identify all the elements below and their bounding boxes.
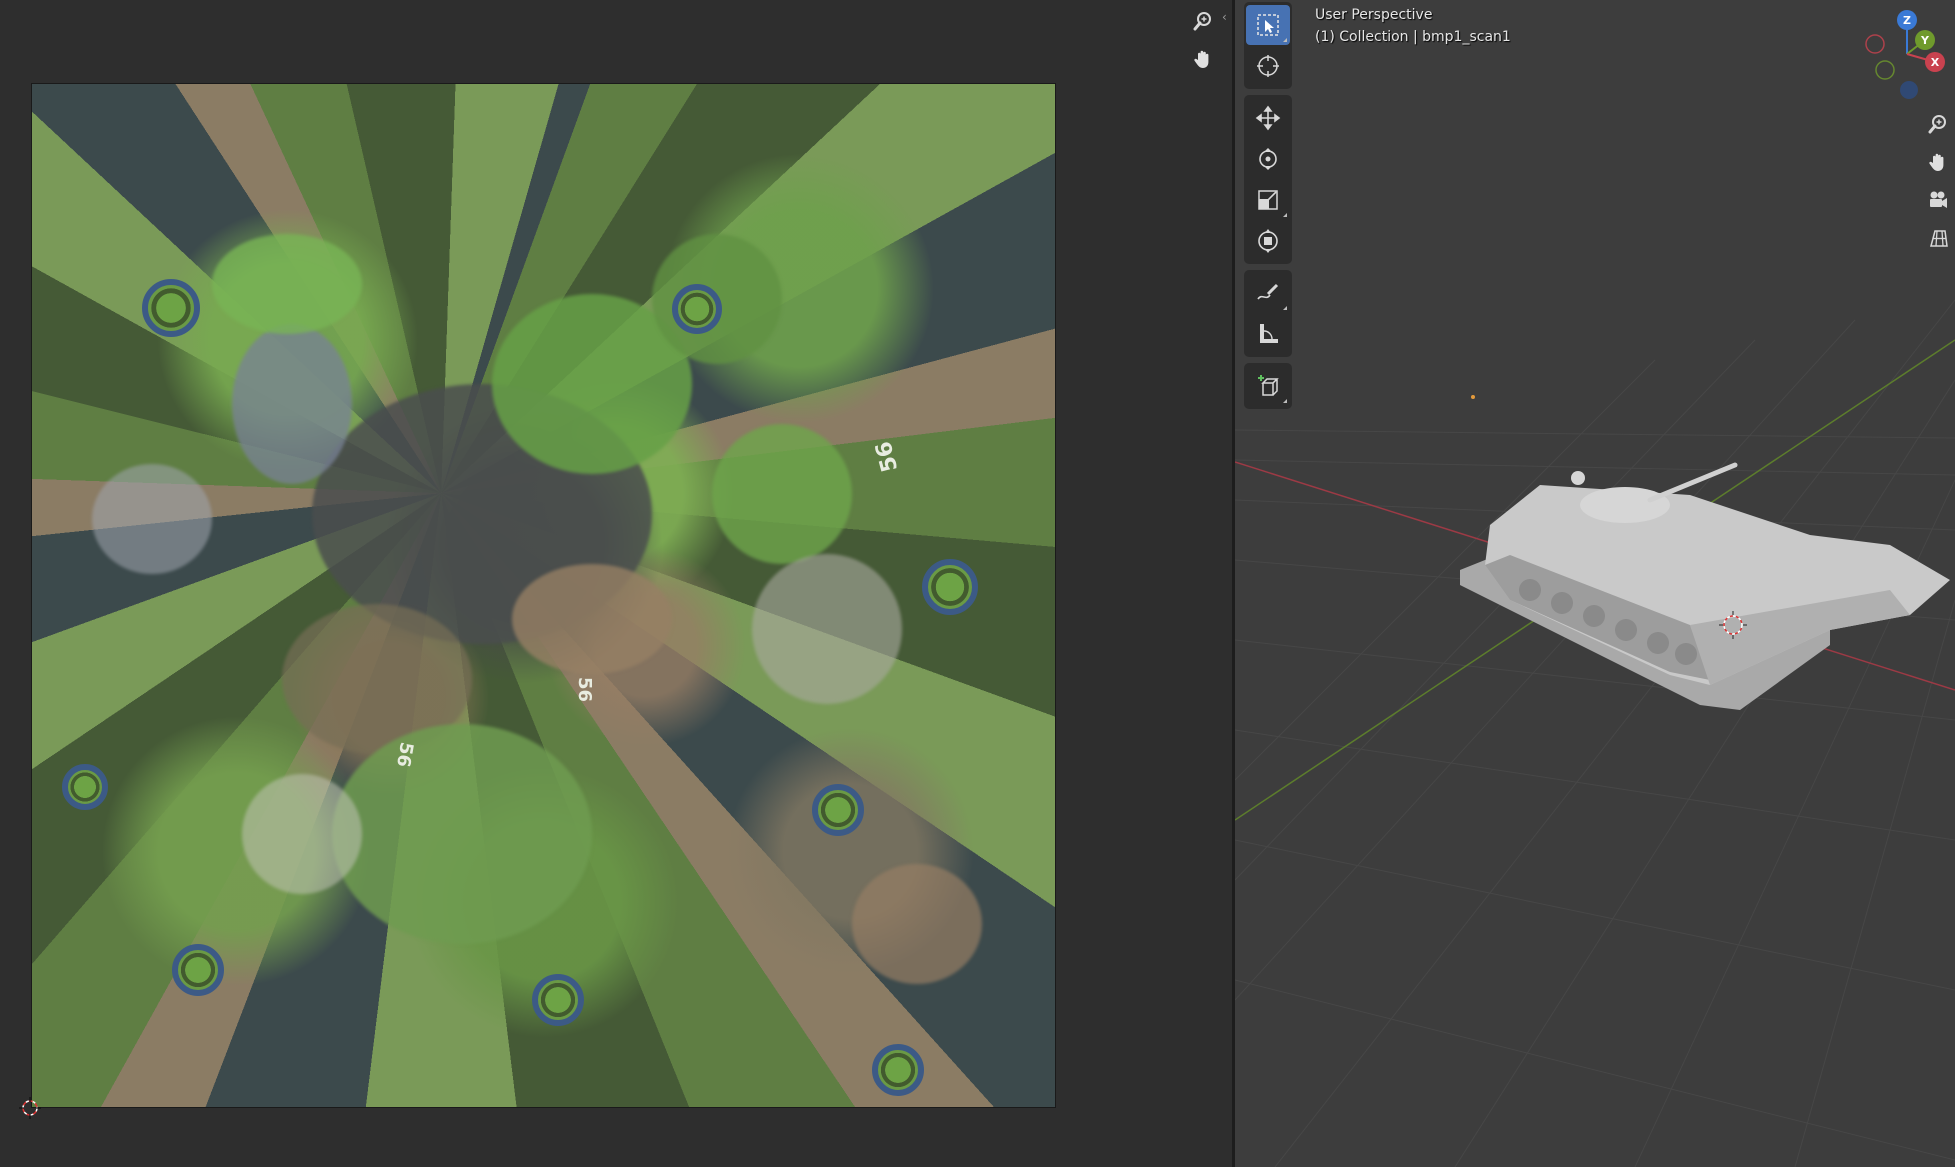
view-name: User Perspective (1315, 7, 1433, 23)
texture-patch (232, 324, 352, 484)
road-wheel (62, 764, 108, 810)
gizmo-z-label: Z (1903, 14, 1911, 27)
gizmo-x-label: X (1931, 56, 1940, 69)
texture-patch (242, 774, 362, 894)
hand-pan-icon[interactable] (1188, 44, 1218, 74)
hand-pan-icon[interactable] (1924, 146, 1952, 178)
uv-texture-image[interactable]: 56 56 56 (31, 83, 1056, 1108)
image-editor-area[interactable]: 56 56 56 ‹ (0, 0, 1232, 1167)
rotate-tool[interactable] (1246, 139, 1290, 179)
measure-ruler-icon (1260, 324, 1278, 343)
road-wheel (532, 974, 584, 1026)
texture-patch (92, 464, 212, 574)
hull-number: 56 (574, 676, 596, 703)
add-cube-icon (1258, 375, 1279, 396)
measure-tool[interactable] (1246, 314, 1290, 354)
tool-group-add (1244, 363, 1292, 409)
texture-patch (512, 564, 672, 674)
texture-patch (852, 864, 982, 984)
scale-tool[interactable] (1246, 180, 1290, 220)
gizmo-neg-y[interactable] (1875, 60, 1895, 80)
texture-patch (332, 724, 592, 944)
road-wheel (872, 1044, 924, 1096)
gizmo-neg-x[interactable] (1865, 34, 1885, 54)
hull-number: 56 (871, 438, 904, 475)
move-tool[interactable] (1246, 98, 1290, 138)
tool-options-indicator (1283, 306, 1287, 310)
3d-cursor-icon (1257, 55, 1279, 77)
gizmo-neg-z[interactable] (1900, 81, 1918, 99)
transform-tool[interactable] (1246, 221, 1290, 261)
road-wheel (922, 559, 978, 615)
texture-patch (712, 424, 852, 564)
tool-group-transform (1244, 95, 1292, 264)
select-box-tool[interactable] (1246, 5, 1290, 45)
road-wheel (172, 944, 224, 996)
transform-icon (1258, 229, 1278, 253)
road-wheel (672, 284, 722, 334)
viewport-info-overlay: User Perspective (1) Collection | bmp1_s… (1315, 4, 1511, 48)
cursor-tool[interactable] (1246, 46, 1290, 86)
tool-group-annotate (1244, 270, 1292, 357)
texture-patch (212, 234, 362, 334)
chevron-left-icon[interactable]: ‹ (1222, 10, 1227, 24)
tool-group-select (1244, 2, 1292, 89)
navigation-gizmo[interactable]: Z Y X (1859, 4, 1955, 104)
2d-cursor-icon[interactable] (19, 1097, 41, 1119)
texture-patch (752, 554, 902, 704)
hull-number: 56 (392, 740, 418, 769)
tool-options-indicator (1283, 213, 1287, 217)
road-wheel (812, 784, 864, 836)
bmp1-scan-mesh[interactable] (1450, 440, 1950, 720)
zoom-icon[interactable] (1188, 6, 1218, 36)
view-controls (1924, 108, 1954, 260)
tool-options-indicator (1283, 38, 1287, 42)
road-wheel (142, 279, 200, 337)
add-cube-tool[interactable] (1246, 366, 1290, 406)
select-box-icon (1257, 14, 1279, 36)
annotate-tool[interactable] (1246, 273, 1290, 313)
image-nav-controls (1188, 6, 1220, 86)
zoom-icon[interactable] (1924, 108, 1952, 140)
grid-ortho-icon[interactable] (1924, 222, 1952, 254)
3d-viewport[interactable]: User Perspective (1) Collection | bmp1_s… (1235, 0, 1955, 1167)
scale-icon (1258, 190, 1278, 210)
tool-shelf (1244, 2, 1292, 415)
rotate-icon (1259, 148, 1277, 170)
object-origin-dot (1471, 395, 1475, 399)
move-icon (1255, 105, 1281, 131)
collection-info: (1) Collection | bmp1_scan1 (1315, 29, 1511, 45)
camera-icon[interactable] (1924, 184, 1952, 216)
annotate-pencil-icon (1257, 283, 1279, 300)
tool-options-indicator (1283, 399, 1287, 403)
gizmo-y-label: Y (1920, 34, 1930, 47)
